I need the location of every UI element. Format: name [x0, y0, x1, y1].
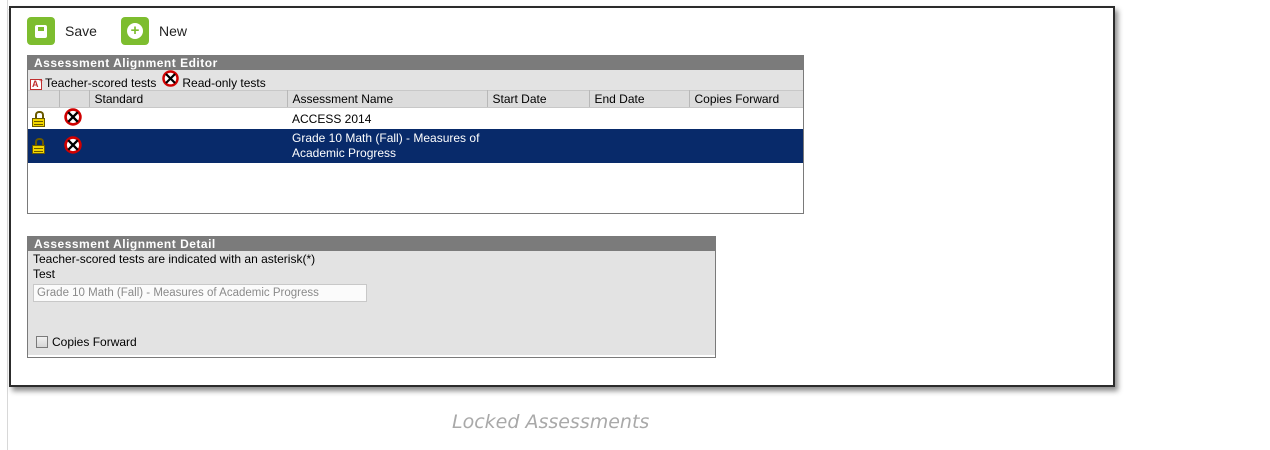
save-label: Save [65, 23, 97, 39]
test-label: Test [33, 267, 56, 281]
assessment-table: Standard Assessment Name Start Date End … [28, 90, 803, 163]
detail-body: Teacher-scored tests are indicated with … [28, 251, 715, 355]
assessment-name-cell: Grade 10 Math (Fall) - Measures of Acade… [287, 129, 487, 163]
column-header-standard[interactable]: Standard [89, 90, 288, 108]
end-date-cell [589, 107, 689, 129]
column-header-readonly [59, 90, 90, 108]
table-row-selected[interactable]: Grade 10 Math (Fall) - Measures of Acade… [28, 129, 803, 163]
new-button[interactable]: + New [121, 16, 187, 46]
editor-title: Assessment Alignment Editor [28, 56, 803, 70]
teacher-scored-note: Teacher-scored tests are indicated with … [33, 252, 316, 266]
lock-cell [28, 107, 59, 129]
test-field[interactable]: Grade 10 Math (Fall) - Measures of Acade… [33, 284, 367, 302]
column-header-start-date[interactable]: Start Date [487, 90, 590, 108]
read-only-cell [59, 107, 89, 129]
lock-cell [28, 129, 59, 163]
column-header-assessment-name[interactable]: Assessment Name [287, 90, 488, 108]
lock-icon [32, 110, 45, 127]
add-icon: + [121, 17, 149, 45]
end-date-cell [589, 129, 689, 163]
svg-text:+: + [39, 78, 43, 85]
screenshot-frame: Save + New Assessment Alignment Editor A… [9, 6, 1115, 387]
figure-caption: Locked Assessments [452, 411, 650, 433]
save-icon [27, 17, 55, 45]
table-row[interactable]: ACCESS 2014 [28, 107, 803, 129]
standard-cell [89, 107, 287, 129]
assessment-alignment-detail: Assessment Alignment Detail Teacher-scor… [27, 236, 716, 358]
read-only-icon [162, 70, 180, 90]
read-only-cell [59, 129, 89, 163]
copies-forward-checkbox[interactable] [36, 336, 48, 348]
new-label: New [159, 23, 188, 39]
table-header-row: Standard Assessment Name Start Date End … [28, 90, 803, 108]
detail-title: Assessment Alignment Detail [28, 237, 715, 251]
copies-forward-cell [689, 107, 803, 129]
read-only-legend-label: Read-only tests [182, 76, 266, 90]
read-only-icon [64, 108, 82, 129]
standard-cell [89, 129, 287, 163]
assessment-name-cell: ACCESS 2014 [287, 107, 487, 129]
copies-forward-cell [689, 129, 803, 163]
svg-text:A: A [32, 79, 39, 89]
read-only-icon [64, 135, 82, 157]
teacher-scored-icon: A + [30, 77, 44, 90]
save-button[interactable]: Save [27, 16, 97, 46]
copies-forward-label: Copies Forward [52, 335, 137, 349]
column-header-lock [28, 90, 60, 108]
editor-legend: A + Teacher-scored tests Read-only tests [28, 70, 803, 90]
lock-icon [32, 138, 45, 154]
page-left-border [7, 0, 8, 450]
column-header-end-date[interactable]: End Date [589, 90, 690, 108]
assessment-alignment-editor: Assessment Alignment Editor A + Teacher-… [27, 55, 804, 214]
copies-forward-option[interactable]: Copies Forward [36, 335, 137, 349]
teacher-scored-legend-label: Teacher-scored tests [45, 76, 157, 90]
column-header-copies-forward[interactable]: Copies Forward [689, 90, 803, 108]
start-date-cell [487, 107, 589, 129]
start-date-cell [487, 129, 589, 163]
